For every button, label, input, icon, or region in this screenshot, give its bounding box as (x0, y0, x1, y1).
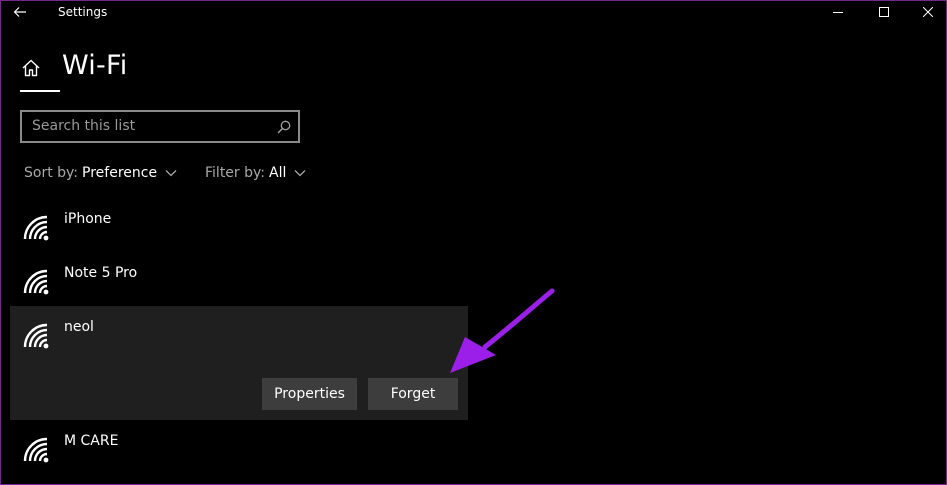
home-icon (22, 59, 40, 77)
sort-value: Preference (82, 165, 158, 181)
properties-button[interactable]: Properties (262, 378, 357, 410)
back-arrow-icon (13, 7, 26, 17)
sort-label: Sort by: (24, 165, 79, 181)
close-icon (923, 7, 933, 17)
network-name: iPhone (64, 211, 112, 227)
filter-label: Filter by: (205, 165, 265, 181)
forget-button[interactable]: Forget (368, 378, 458, 410)
chevron-down-icon (165, 170, 177, 177)
search-icon[interactable] (276, 119, 292, 135)
app-title: Settings (58, 5, 108, 19)
network-name: Note 5 Pro (64, 265, 138, 281)
search-placeholder: Search this list (32, 118, 136, 134)
wifi-signal-icon (23, 323, 49, 349)
wifi-signal-icon (23, 215, 49, 241)
header-underline (20, 90, 60, 92)
chevron-down-icon (294, 170, 306, 177)
sort-dropdown[interactable]: Sort by: Preference (24, 165, 177, 181)
search-input[interactable]: Search this list (20, 110, 300, 143)
back-button[interactable] (6, 0, 34, 24)
filter-value: All (269, 165, 287, 181)
maximize-icon (879, 7, 889, 17)
close-button[interactable] (905, 0, 947, 24)
home-button[interactable] (18, 55, 44, 81)
title-bar: Settings (0, 0, 947, 24)
network-name: M CARE (64, 433, 119, 449)
maximize-button[interactable] (861, 0, 907, 24)
network-name: neol (64, 319, 94, 335)
wifi-signal-icon (23, 269, 49, 295)
minimize-icon (833, 12, 843, 13)
filter-dropdown[interactable]: Filter by: All (205, 165, 306, 181)
wifi-signal-icon (23, 437, 49, 463)
page-title: Wi-Fi (62, 50, 128, 81)
minimize-button[interactable] (815, 0, 861, 24)
